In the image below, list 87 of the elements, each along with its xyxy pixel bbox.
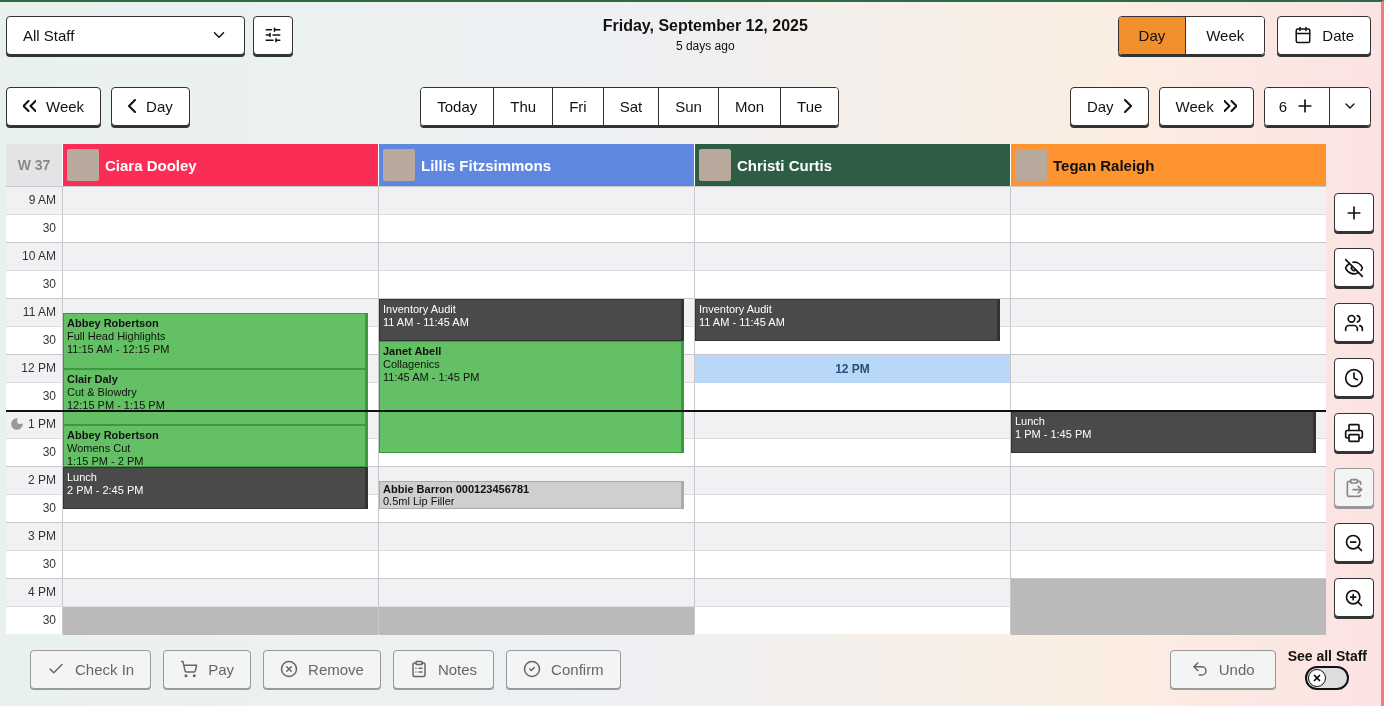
hide-button[interactable] bbox=[1334, 248, 1374, 287]
filter-button[interactable] bbox=[253, 15, 293, 55]
time-label: 30 bbox=[42, 221, 56, 235]
column-count-button[interactable]: 6 bbox=[1264, 87, 1329, 125]
day-tab[interactable]: Fri bbox=[552, 87, 603, 125]
time-label: 2 PM bbox=[28, 473, 56, 487]
circle-check-icon bbox=[523, 660, 542, 678]
time-label: 30 bbox=[42, 445, 56, 459]
time-label: 30 bbox=[42, 277, 56, 291]
view-tab[interactable]: Week bbox=[1185, 16, 1265, 54]
x-icon bbox=[1312, 673, 1323, 683]
day-tab[interactable]: Thu bbox=[493, 87, 553, 125]
appointment-card[interactable]: Abbey Robertson Womens Cut 1:15 PM - 2 PM bbox=[63, 425, 368, 467]
time-label: 30 bbox=[42, 557, 56, 571]
staff-select[interactable]: All Staff bbox=[6, 15, 245, 55]
time-label: 9 AM bbox=[28, 193, 56, 207]
appointment-card[interactable]: Janet Abell Collagenics 11:45 AM - 1:45 PM bbox=[379, 341, 684, 453]
sliders-icon bbox=[264, 26, 282, 44]
dropdown-button[interactable] bbox=[1329, 87, 1370, 125]
next-button[interactable]: Week bbox=[1158, 86, 1254, 126]
print-button[interactable] bbox=[1334, 413, 1374, 452]
avatar-placeholder bbox=[1015, 149, 1047, 181]
day-tab[interactable]: Sat bbox=[602, 87, 659, 125]
zoom-out-button[interactable] bbox=[1334, 523, 1374, 562]
time-label: 10 AM bbox=[21, 249, 56, 263]
see-all-staff-toggle[interactable] bbox=[1305, 666, 1350, 690]
time-label: 11 AM bbox=[22, 305, 56, 319]
avatar-placeholder bbox=[67, 149, 99, 181]
time-label: 3 PM bbox=[28, 529, 56, 543]
previous-button[interactable]: Day bbox=[111, 86, 190, 126]
toggle-label: See all Staff bbox=[1287, 648, 1367, 664]
pending-appointment-card[interactable]: Abbie Barron 000123456781 0.5ml Lip Filler bbox=[379, 481, 684, 509]
add-button[interactable] bbox=[1334, 193, 1374, 232]
time-label: 12 PM bbox=[21, 361, 56, 375]
time-label: 30 bbox=[42, 501, 56, 515]
staff-name: Christi Curtis bbox=[737, 156, 832, 174]
staff-name: Ciara Dooley bbox=[105, 156, 197, 174]
appointment-card[interactable]: Abbey Robertson Full Head Highlights 11:15 AM - 12:15 PM bbox=[63, 313, 368, 369]
chevron-left-icon bbox=[23, 100, 36, 112]
staff-schedule-column[interactable]: Abbey Robertson Full Head Highlights 11:15 AM - 12:15 PM Clair Daly Cut & Blowdry 12:15 PM - 1:15 PM Abbey Robertson Womens Cut 1:15 PM - 2 PM Lunch 2 PM - 2:45 PM bbox=[62, 186, 378, 634]
next-button[interactable]: Day bbox=[1069, 86, 1149, 126]
selected-time-slot[interactable]: 12 PM bbox=[695, 355, 1010, 383]
appointment-card[interactable]: Clair Daly Cut & Blowdry 12:15 PM - 1:15 PM bbox=[63, 369, 368, 425]
group-button[interactable] bbox=[1334, 303, 1374, 342]
time-label: 1 PM bbox=[28, 417, 56, 431]
time-label: 30 bbox=[42, 613, 56, 627]
people-icon bbox=[1344, 312, 1364, 333]
blocked-time-card[interactable]: Lunch 2 PM - 2:45 PM bbox=[63, 467, 368, 509]
day-tab[interactable]: Tue bbox=[780, 87, 839, 125]
clock-button[interactable] bbox=[1334, 358, 1374, 397]
staff-schedule-column[interactable]: Inventory Audit 11 AM - 11:45 AM Janet Abell Collagenics 11:45 AM - 1:45 PM Abbie Barron 000123456781 0.5ml Lip Filler bbox=[378, 186, 694, 634]
avatar-placeholder bbox=[383, 149, 415, 181]
date-button[interactable]: Date bbox=[1277, 15, 1371, 55]
calendar-icon bbox=[1294, 26, 1313, 44]
previous-button[interactable]: Week bbox=[6, 86, 102, 126]
zoom-in-button[interactable] bbox=[1334, 578, 1374, 617]
staff-name: Lillis Fitzsimmons bbox=[421, 156, 552, 174]
time-label: 30 bbox=[42, 333, 56, 347]
day-tab[interactable]: Mon bbox=[717, 87, 781, 125]
chevron-right-icon bbox=[1223, 100, 1237, 112]
eye-slash-icon bbox=[1344, 257, 1364, 278]
day-tab[interactable]: Today bbox=[421, 87, 494, 125]
clipboard-icon bbox=[409, 660, 428, 678]
time-label: 30 bbox=[42, 389, 56, 403]
clock-icon bbox=[1344, 367, 1364, 388]
view-tab[interactable]: Day bbox=[1118, 16, 1186, 54]
staff-schedule-column[interactable]: Lunch 1 PM - 1:45 PM bbox=[1010, 186, 1326, 634]
time-label: 4 PM bbox=[28, 585, 56, 599]
chevron-left-icon bbox=[128, 99, 137, 113]
staff-schedule-column[interactable]: Inventory Audit 11 AM - 11:45 AM 12 PM bbox=[694, 186, 1010, 634]
circle-x-icon bbox=[280, 660, 299, 678]
blocked-time-card[interactable]: Lunch 1 PM - 1:45 PM bbox=[1011, 411, 1316, 453]
date-title: Friday, September 12, 2025 bbox=[602, 17, 808, 35]
undo-icon bbox=[1190, 660, 1209, 678]
zoom-in-icon bbox=[1344, 587, 1364, 608]
chevron-right-icon bbox=[1123, 99, 1132, 113]
blocked-time-card[interactable]: Inventory Audit 11 AM - 11:45 AM bbox=[379, 299, 684, 341]
zoom-out-icon bbox=[1344, 532, 1364, 553]
clipboard-icon bbox=[1344, 477, 1364, 498]
printer-icon bbox=[1344, 422, 1364, 443]
staff-name: Tegan Raleigh bbox=[1053, 156, 1155, 174]
avatar-placeholder bbox=[699, 149, 731, 181]
day-tab[interactable]: Sun bbox=[658, 87, 718, 125]
date-subtitle: 5 days ago bbox=[675, 39, 735, 53]
week-number: W 37 bbox=[6, 144, 62, 186]
cart-icon bbox=[180, 660, 199, 678]
blocked-time-card[interactable]: Inventory Audit 11 AM - 11:45 AM bbox=[695, 299, 1000, 341]
